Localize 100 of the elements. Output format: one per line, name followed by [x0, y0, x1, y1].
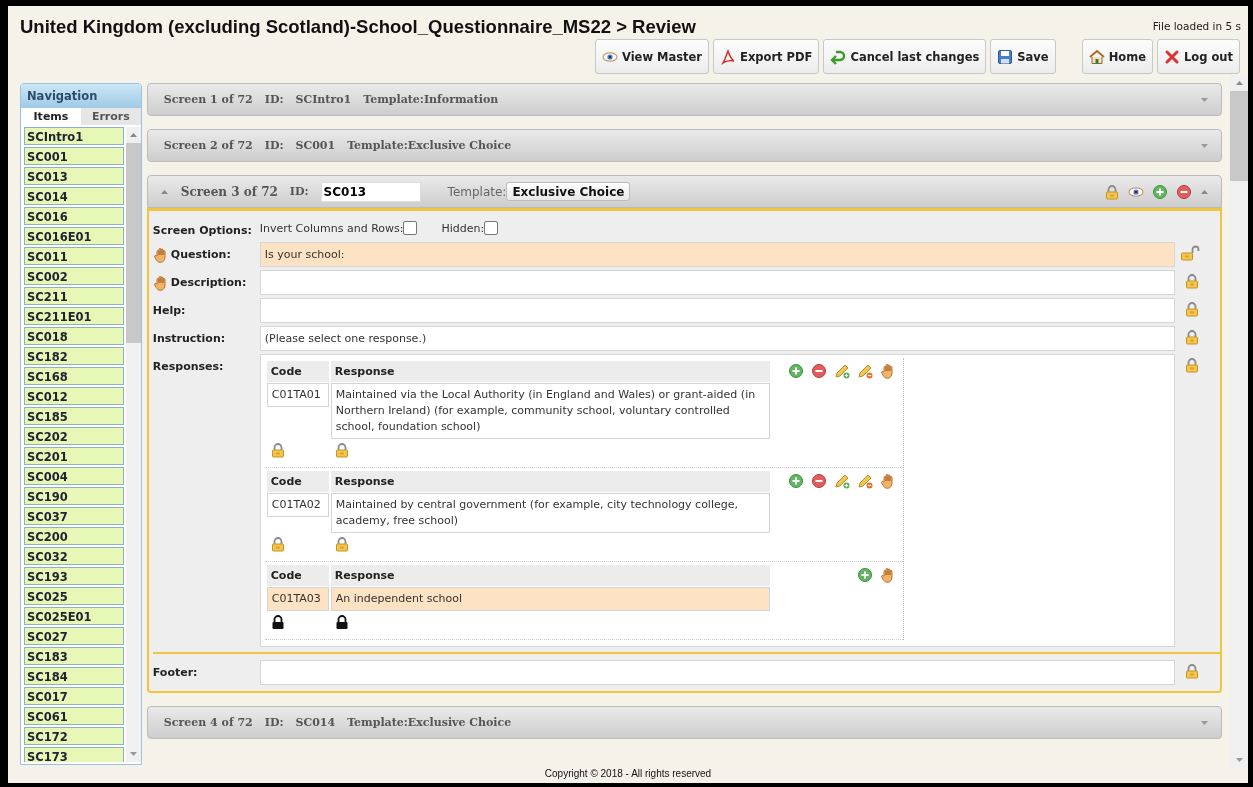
- nav-list-item[interactable]: SC172: [24, 727, 124, 745]
- checkbox[interactable]: [403, 221, 418, 235]
- text-field[interactable]: (Please select one response.): [259, 326, 1175, 351]
- expand-caret-icon[interactable]: [1200, 141, 1209, 150]
- nav-list-item[interactable]: SC002: [24, 267, 124, 285]
- toolbar-button[interactable]: Export PDF: [713, 39, 820, 74]
- toolbar-button[interactable]: Home: [1081, 39, 1153, 74]
- nav-list-item[interactable]: SC173: [24, 747, 124, 762]
- scroll-up-icon[interactable]: [1234, 79, 1244, 87]
- nav-list-item[interactable]: SC193: [24, 567, 124, 585]
- nav-list-item[interactable]: SC013: [24, 167, 124, 185]
- nav-list-item[interactable]: SC168: [24, 367, 124, 385]
- hand-icon[interactable]: [880, 473, 895, 489]
- nav-list-item[interactable]: SC011: [24, 247, 124, 265]
- field-label: Question:: [170, 248, 231, 261]
- toolbar-button[interactable]: Cancel last changes: [823, 39, 987, 74]
- text-field[interactable]: Is your school:: [259, 242, 1175, 267]
- add-icon[interactable]: [788, 363, 804, 379]
- nav-list-item[interactable]: SC183: [24, 647, 124, 665]
- nav-list-item[interactable]: SC004: [24, 467, 124, 485]
- id-input-field[interactable]: SC013: [320, 181, 421, 202]
- tab[interactable]: Errors: [80, 108, 141, 125]
- nav-list-item[interactable]: SC061: [24, 707, 124, 725]
- nav-list-item[interactable]: SC001: [24, 147, 124, 165]
- response-cell[interactable]: Maintained by central government (for example, city technology college, academy, free school): [330, 493, 770, 533]
- collapse-caret-icon[interactable]: [159, 187, 169, 196]
- nav-list-item[interactable]: SC211E01: [24, 307, 124, 325]
- field-label: Responses:: [152, 360, 224, 373]
- response-cell[interactable]: An independent school: [330, 587, 770, 611]
- nav-list-item[interactable]: SC202: [24, 427, 124, 445]
- expand-caret-icon[interactable]: [1200, 718, 1209, 727]
- scrollbar[interactable]: [125, 127, 141, 762]
- nav-list-item[interactable]: SC037: [24, 507, 124, 525]
- hand-icon[interactable]: [152, 274, 168, 291]
- nav-list-item[interactable]: SC184: [24, 667, 124, 685]
- nav-list-item[interactable]: SC200: [24, 527, 124, 545]
- open-padlock-icon[interactable]: [1181, 245, 1200, 261]
- pencil-minus-icon[interactable]: [857, 363, 873, 379]
- toolbar-button[interactable]: View Master: [594, 39, 710, 74]
- remove-icon[interactable]: [811, 473, 827, 489]
- nav-list-item[interactable]: SC017: [24, 687, 124, 705]
- nav-list-item[interactable]: SC014: [24, 187, 124, 205]
- nav-list-item[interactable]: SC190: [24, 487, 124, 505]
- nav-list-item[interactable]: SC182: [24, 347, 124, 365]
- column-header: Code: [266, 471, 329, 492]
- nav-list-item[interactable]: SC012: [24, 387, 124, 405]
- scroll-up-icon[interactable]: [128, 131, 138, 139]
- screen-number: Screen 3 of 72: [180, 184, 278, 199]
- column-header: Response: [330, 361, 770, 382]
- text-field[interactable]: [259, 660, 1175, 685]
- scroll-down-icon[interactable]: [1234, 756, 1244, 764]
- scrollbar-thumb[interactable]: [1230, 91, 1248, 181]
- screen-number: Screen 1 of 72: [163, 93, 253, 106]
- pencil-plus-icon[interactable]: [834, 473, 850, 489]
- toolbar-button[interactable]: Log out: [1156, 39, 1240, 74]
- hand-icon[interactable]: [152, 246, 168, 263]
- add-icon[interactable]: [788, 473, 804, 489]
- nav-list-item[interactable]: SCIntro1: [24, 127, 124, 145]
- collapse-caret-icon[interactable]: [1200, 187, 1209, 196]
- nav-list-item[interactable]: SC025E01: [24, 607, 124, 625]
- return-arrow-icon: [830, 48, 847, 65]
- pencil-plus-icon[interactable]: [834, 363, 850, 379]
- nav-list-item[interactable]: SC025: [24, 587, 124, 605]
- nav-list-item[interactable]: SC211: [24, 287, 124, 305]
- text-field[interactable]: [259, 298, 1175, 323]
- screen-header-bar[interactable]: Screen 1 of 72 ID: SCIntro1 Template:Information: [146, 83, 1222, 116]
- nav-list-item[interactable]: SC185: [24, 407, 124, 425]
- template-button[interactable]: Exclusive Choice: [506, 182, 631, 201]
- nav-list-item[interactable]: SC032: [24, 547, 124, 565]
- code-cell[interactable]: C01TA03: [266, 587, 329, 611]
- panel-title: Navigation: [21, 84, 141, 108]
- add-icon[interactable]: [857, 567, 873, 583]
- remove-icon[interactable]: [1176, 183, 1192, 200]
- code-cell[interactable]: C01TA02: [266, 493, 329, 517]
- hand-icon[interactable]: [880, 363, 895, 379]
- pencil-minus-icon[interactable]: [857, 473, 873, 489]
- remove-icon[interactable]: [811, 363, 827, 379]
- hand-icon[interactable]: [880, 567, 895, 583]
- nav-list-item[interactable]: SC016: [24, 207, 124, 225]
- screen-id: SC001: [295, 139, 336, 152]
- screen-header-bar[interactable]: Screen 2 of 72 ID: SC001 Template:Exclusive Choice: [146, 129, 1222, 162]
- scrollbar-thumb[interactable]: [125, 143, 141, 343]
- tab[interactable]: Items: [21, 108, 81, 125]
- checkbox[interactable]: [484, 221, 499, 235]
- checkbox-label: Invert Columns and Rows:: [259, 221, 404, 235]
- code-cell[interactable]: C01TA01: [266, 383, 329, 407]
- screen-header-bar[interactable]: Screen 3 of 72 ID: SC013 Template: Exclusive Choice: [146, 175, 1222, 208]
- text-field[interactable]: [259, 270, 1175, 295]
- nav-list-item[interactable]: SC027: [24, 627, 124, 645]
- nav-list-item[interactable]: SC018: [24, 327, 124, 345]
- scrollbar[interactable]: [1230, 75, 1248, 768]
- nav-list-item[interactable]: SC201: [24, 447, 124, 465]
- expand-caret-icon[interactable]: [1200, 95, 1209, 104]
- nav-list-item[interactable]: SC016E01: [24, 227, 124, 245]
- toolbar-button[interactable]: Save: [990, 39, 1056, 74]
- scroll-down-icon[interactable]: [128, 750, 138, 758]
- screen-header-bar[interactable]: Screen 4 of 72 ID: SC014 Template:Exclusive Choice: [146, 706, 1222, 739]
- field-label: Description:: [170, 276, 247, 289]
- response-cell[interactable]: Maintained via the Local Authority (in England and Wales) or grant-aided (in Northern Ireland) (for example, community school, voluntary controlled school, foundation school): [330, 383, 770, 439]
- add-icon[interactable]: [1152, 183, 1168, 200]
